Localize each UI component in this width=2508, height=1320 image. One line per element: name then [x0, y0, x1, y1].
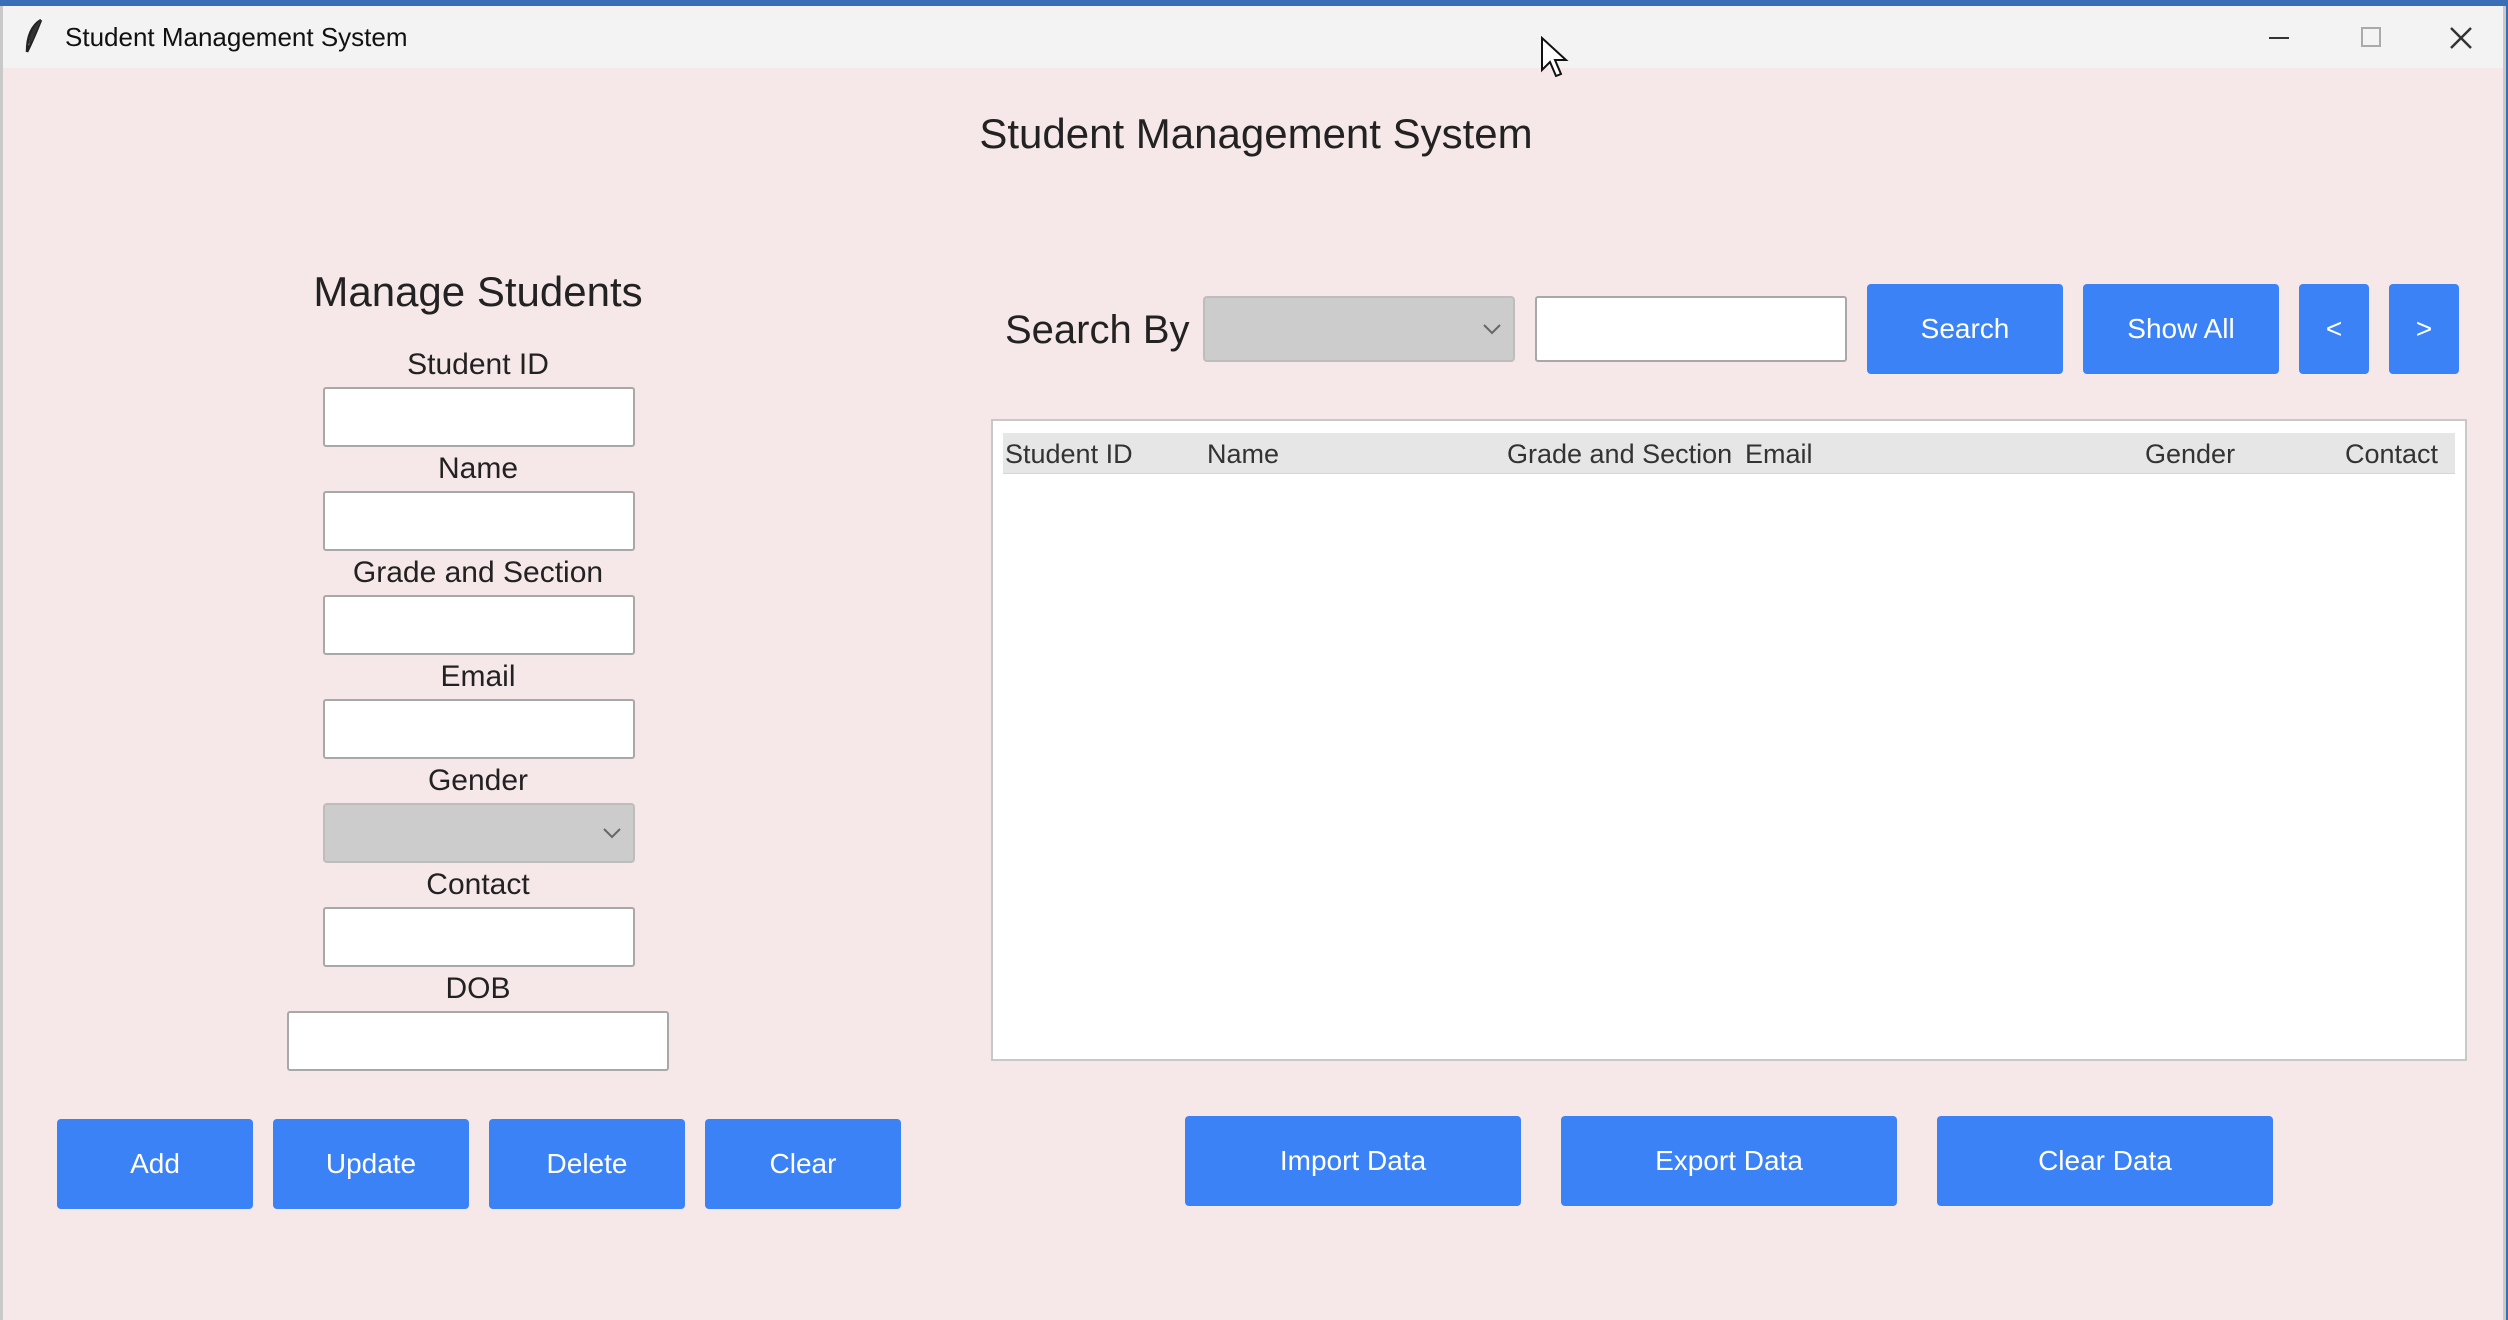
minimize-icon	[2269, 37, 2289, 39]
column-header-gender[interactable]: Gender	[2145, 439, 2235, 470]
search-button[interactable]: Search	[1867, 284, 2063, 374]
contact-input[interactable]	[323, 907, 635, 967]
feather-icon	[25, 18, 43, 53]
name-input[interactable]	[323, 491, 635, 551]
column-header-grade-section[interactable]: Grade and Section	[1507, 439, 1732, 470]
window-title: Student Management System	[65, 22, 408, 52]
dob-label: DOB	[445, 972, 511, 1005]
student-id-input[interactable]	[323, 387, 635, 447]
grade-section-label: Grade and Section	[352, 556, 604, 589]
column-header-email[interactable]: Email	[1745, 439, 1813, 470]
chevron-down-icon	[603, 828, 621, 839]
students-table[interactable]: Student ID Name Grade and Section Email …	[991, 419, 2467, 1061]
name-label: Name	[437, 452, 519, 485]
column-header-student-id[interactable]: Student ID	[1005, 439, 1133, 470]
minimize-button[interactable]	[2239, 6, 2319, 68]
table-header: Student ID Name Grade and Section Email …	[1003, 433, 2455, 474]
email-input[interactable]	[323, 699, 635, 759]
clear-button[interactable]: Clear	[705, 1119, 901, 1209]
import-data-button[interactable]: Import Data	[1185, 1116, 1521, 1206]
gender-select[interactable]	[323, 803, 635, 863]
app-title: Student Management System	[979, 110, 1533, 157]
maximize-button[interactable]	[2330, 6, 2410, 68]
maximize-icon	[2361, 27, 2381, 47]
title-bar[interactable]: Student Management System	[3, 6, 2503, 68]
prev-page-button[interactable]: <	[2299, 284, 2369, 374]
column-header-name[interactable]: Name	[1207, 439, 1279, 470]
contact-label: Contact	[426, 868, 530, 901]
export-data-button[interactable]: Export Data	[1561, 1116, 1897, 1206]
search-by-label: Search By	[1005, 308, 1190, 352]
next-page-button[interactable]: >	[2389, 284, 2459, 374]
gender-label: Gender	[427, 764, 529, 797]
add-button[interactable]: Add	[57, 1119, 253, 1209]
search-field-select[interactable]	[1203, 296, 1515, 362]
email-label: Email	[440, 660, 516, 693]
manage-students-heading: Manage Students	[313, 268, 643, 315]
show-all-button[interactable]: Show All	[2083, 284, 2279, 374]
close-button[interactable]	[2421, 6, 2501, 68]
column-header-contact[interactable]: Contact	[2345, 439, 2438, 470]
dob-input[interactable]	[287, 1011, 669, 1071]
close-icon	[2450, 27, 2472, 49]
student-id-label: Student ID	[407, 348, 549, 381]
mouse-pointer-icon	[1541, 36, 1569, 78]
clear-data-button[interactable]: Clear Data	[1937, 1116, 2273, 1206]
search-input[interactable]	[1535, 296, 1847, 362]
app-window: Student Management System Student Manage…	[0, 6, 2506, 1320]
update-button[interactable]: Update	[273, 1119, 469, 1209]
chevron-down-icon	[1483, 324, 1501, 335]
grade-section-input[interactable]	[323, 595, 635, 655]
delete-button[interactable]: Delete	[489, 1119, 685, 1209]
